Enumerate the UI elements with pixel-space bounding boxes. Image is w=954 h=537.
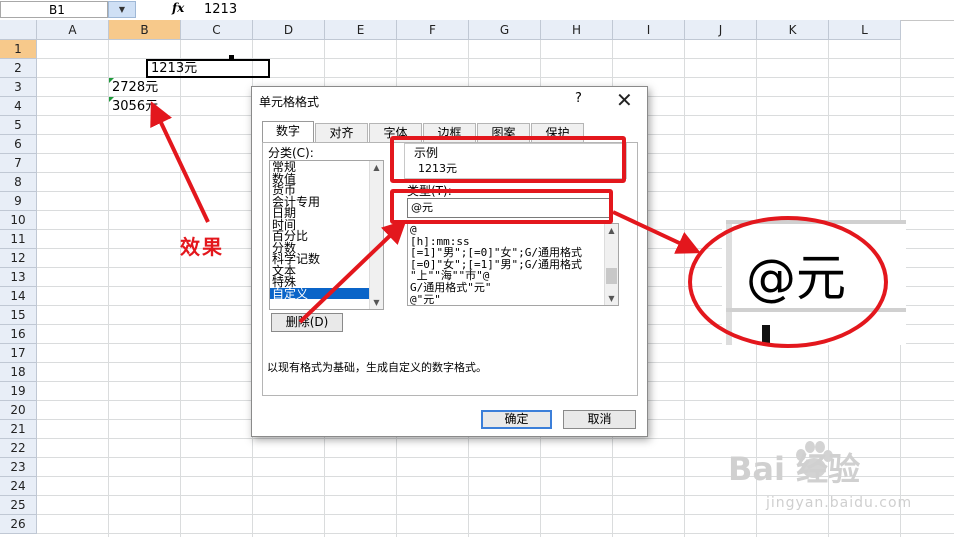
chevron-down-icon: ▼ xyxy=(118,5,126,14)
help-button[interactable]: ? xyxy=(575,91,582,106)
row-header-4[interactable]: 4 xyxy=(0,97,37,116)
delete-button[interactable]: 删除(D) xyxy=(271,313,343,332)
column-header-c[interactable]: C xyxy=(181,20,253,40)
row-header-23[interactable]: 23 xyxy=(0,458,37,477)
row-header-26[interactable]: 26 xyxy=(0,515,37,534)
category-item[interactable]: 日期 xyxy=(270,207,383,219)
scroll-thumb[interactable] xyxy=(606,268,617,284)
row-header-1[interactable]: 1 xyxy=(0,40,37,59)
row-header-15[interactable]: 15 xyxy=(0,306,37,325)
column-header-l[interactable]: L xyxy=(829,20,901,40)
format-code-item[interactable]: @ xyxy=(408,224,618,236)
fx-icon[interactable]: fx xyxy=(172,1,184,15)
cell-b1[interactable]: 1213元 xyxy=(146,59,270,78)
watermark-url: jingyan.baidu.com xyxy=(766,495,913,511)
row-header-2[interactable]: 2 xyxy=(0,59,37,78)
row-header-13[interactable]: 13 xyxy=(0,268,37,287)
category-item[interactable]: 特殊 xyxy=(270,276,383,288)
row-header-24[interactable]: 24 xyxy=(0,477,37,496)
row-header-19[interactable]: 19 xyxy=(0,382,37,401)
row-header-20[interactable]: 20 xyxy=(0,401,37,420)
type-highlight xyxy=(390,189,613,224)
sample-highlight xyxy=(390,136,626,183)
format-description: 以现有格式为基础，生成自定义的数字格式。 xyxy=(267,361,487,374)
category-item[interactable]: 货币 xyxy=(270,184,383,196)
name-box[interactable]: B1 xyxy=(0,1,108,18)
row-header-18[interactable]: 18 xyxy=(0,363,37,382)
zoom-text: @元 xyxy=(746,249,846,307)
scroll-down-icon[interactable]: ▼ xyxy=(605,292,618,305)
row-header-8[interactable]: 8 xyxy=(0,173,37,192)
cancel-button[interactable]: 取消 xyxy=(563,410,636,429)
row-header-6[interactable]: 6 xyxy=(0,135,37,154)
category-item[interactable]: 科学记数 xyxy=(270,253,383,265)
fill-handle[interactable] xyxy=(229,55,234,60)
format-code-list[interactable]: @ [h]:mm:ss [=1]"男";[=0]"女";G/通用格式 [=0]"女";… xyxy=(407,223,619,306)
zoom-inset: @元 xyxy=(722,220,906,345)
formula-bar: B1 ▼ fx 1213 xyxy=(0,0,954,21)
scroll-down-icon[interactable]: ▼ xyxy=(370,296,383,309)
row-header-10[interactable]: 10 xyxy=(0,211,37,230)
row-header-9[interactable]: 9 xyxy=(0,192,37,211)
scroll-up-icon[interactable]: ▲ xyxy=(370,161,383,174)
category-item[interactable]: 百分比 xyxy=(270,230,383,242)
column-header-j[interactable]: J xyxy=(685,20,757,40)
column-header-g[interactable]: G xyxy=(469,20,541,40)
category-item[interactable]: 自定义 xyxy=(270,287,383,299)
error-indicator xyxy=(109,78,114,83)
row-header-3[interactable]: 3 xyxy=(0,78,37,97)
error-indicator xyxy=(109,97,114,102)
column-header-e[interactable]: E xyxy=(325,20,397,40)
tab-number[interactable]: 数字 xyxy=(262,121,314,143)
category-item[interactable]: 常规 xyxy=(270,161,383,173)
row-header-12[interactable]: 12 xyxy=(0,249,37,268)
close-icon[interactable]: ✕ xyxy=(616,87,633,113)
row-header-17[interactable]: 17 xyxy=(0,344,37,363)
column-header-d[interactable]: D xyxy=(253,20,325,40)
select-all-corner[interactable] xyxy=(0,20,37,40)
row-header-25[interactable]: 25 xyxy=(0,496,37,515)
format-code-item[interactable]: G/通用格式"元" xyxy=(408,282,618,294)
row-header-21[interactable]: 21 xyxy=(0,420,37,439)
row-header-22[interactable]: 22 xyxy=(0,439,37,458)
row-header-7[interactable]: 7 xyxy=(0,154,37,173)
format-code-item[interactable]: @"元" xyxy=(408,293,618,305)
name-box-value: B1 xyxy=(49,3,65,17)
formula-input[interactable]: 1213 xyxy=(204,2,237,17)
scroll-up-icon[interactable]: ▲ xyxy=(605,224,618,237)
category-label: 分类(C): xyxy=(268,146,314,160)
column-header-k[interactable]: K xyxy=(757,20,829,40)
column-header-b[interactable]: B xyxy=(109,20,181,40)
cell-b3[interactable]: 3056元 xyxy=(109,97,184,116)
row-header-16[interactable]: 16 xyxy=(0,325,37,344)
watermark-logo: Bai 经验 xyxy=(728,450,861,488)
column-header-a[interactable]: A xyxy=(37,20,109,40)
format-scrollbar[interactable]: ▲ ▼ xyxy=(604,224,618,305)
effect-annotation: 效果 xyxy=(180,235,224,259)
column-header-i[interactable]: I xyxy=(613,20,685,40)
dialog-title: 单元格格式 xyxy=(259,95,320,109)
category-list[interactable]: 常规 数值 货币 会计专用 日期 时间 百分比 分数 科学记数 文本 特殊 自定义 ▲ ▼ xyxy=(269,160,384,310)
category-scrollbar[interactable]: ▲ ▼ xyxy=(369,161,383,309)
name-box-dropdown[interactable]: ▼ xyxy=(108,1,136,18)
tab-alignment[interactable]: 对齐 xyxy=(315,123,368,142)
column-header-f[interactable]: F xyxy=(397,20,469,40)
row-header-5[interactable]: 5 xyxy=(0,116,37,135)
cell-b2[interactable]: 2728元 xyxy=(109,78,184,97)
column-header-h[interactable]: H xyxy=(541,20,613,40)
row-header-11[interactable]: 11 xyxy=(0,230,37,249)
row-header-14[interactable]: 14 xyxy=(0,287,37,306)
ok-button[interactable]: 确定 xyxy=(481,410,552,429)
